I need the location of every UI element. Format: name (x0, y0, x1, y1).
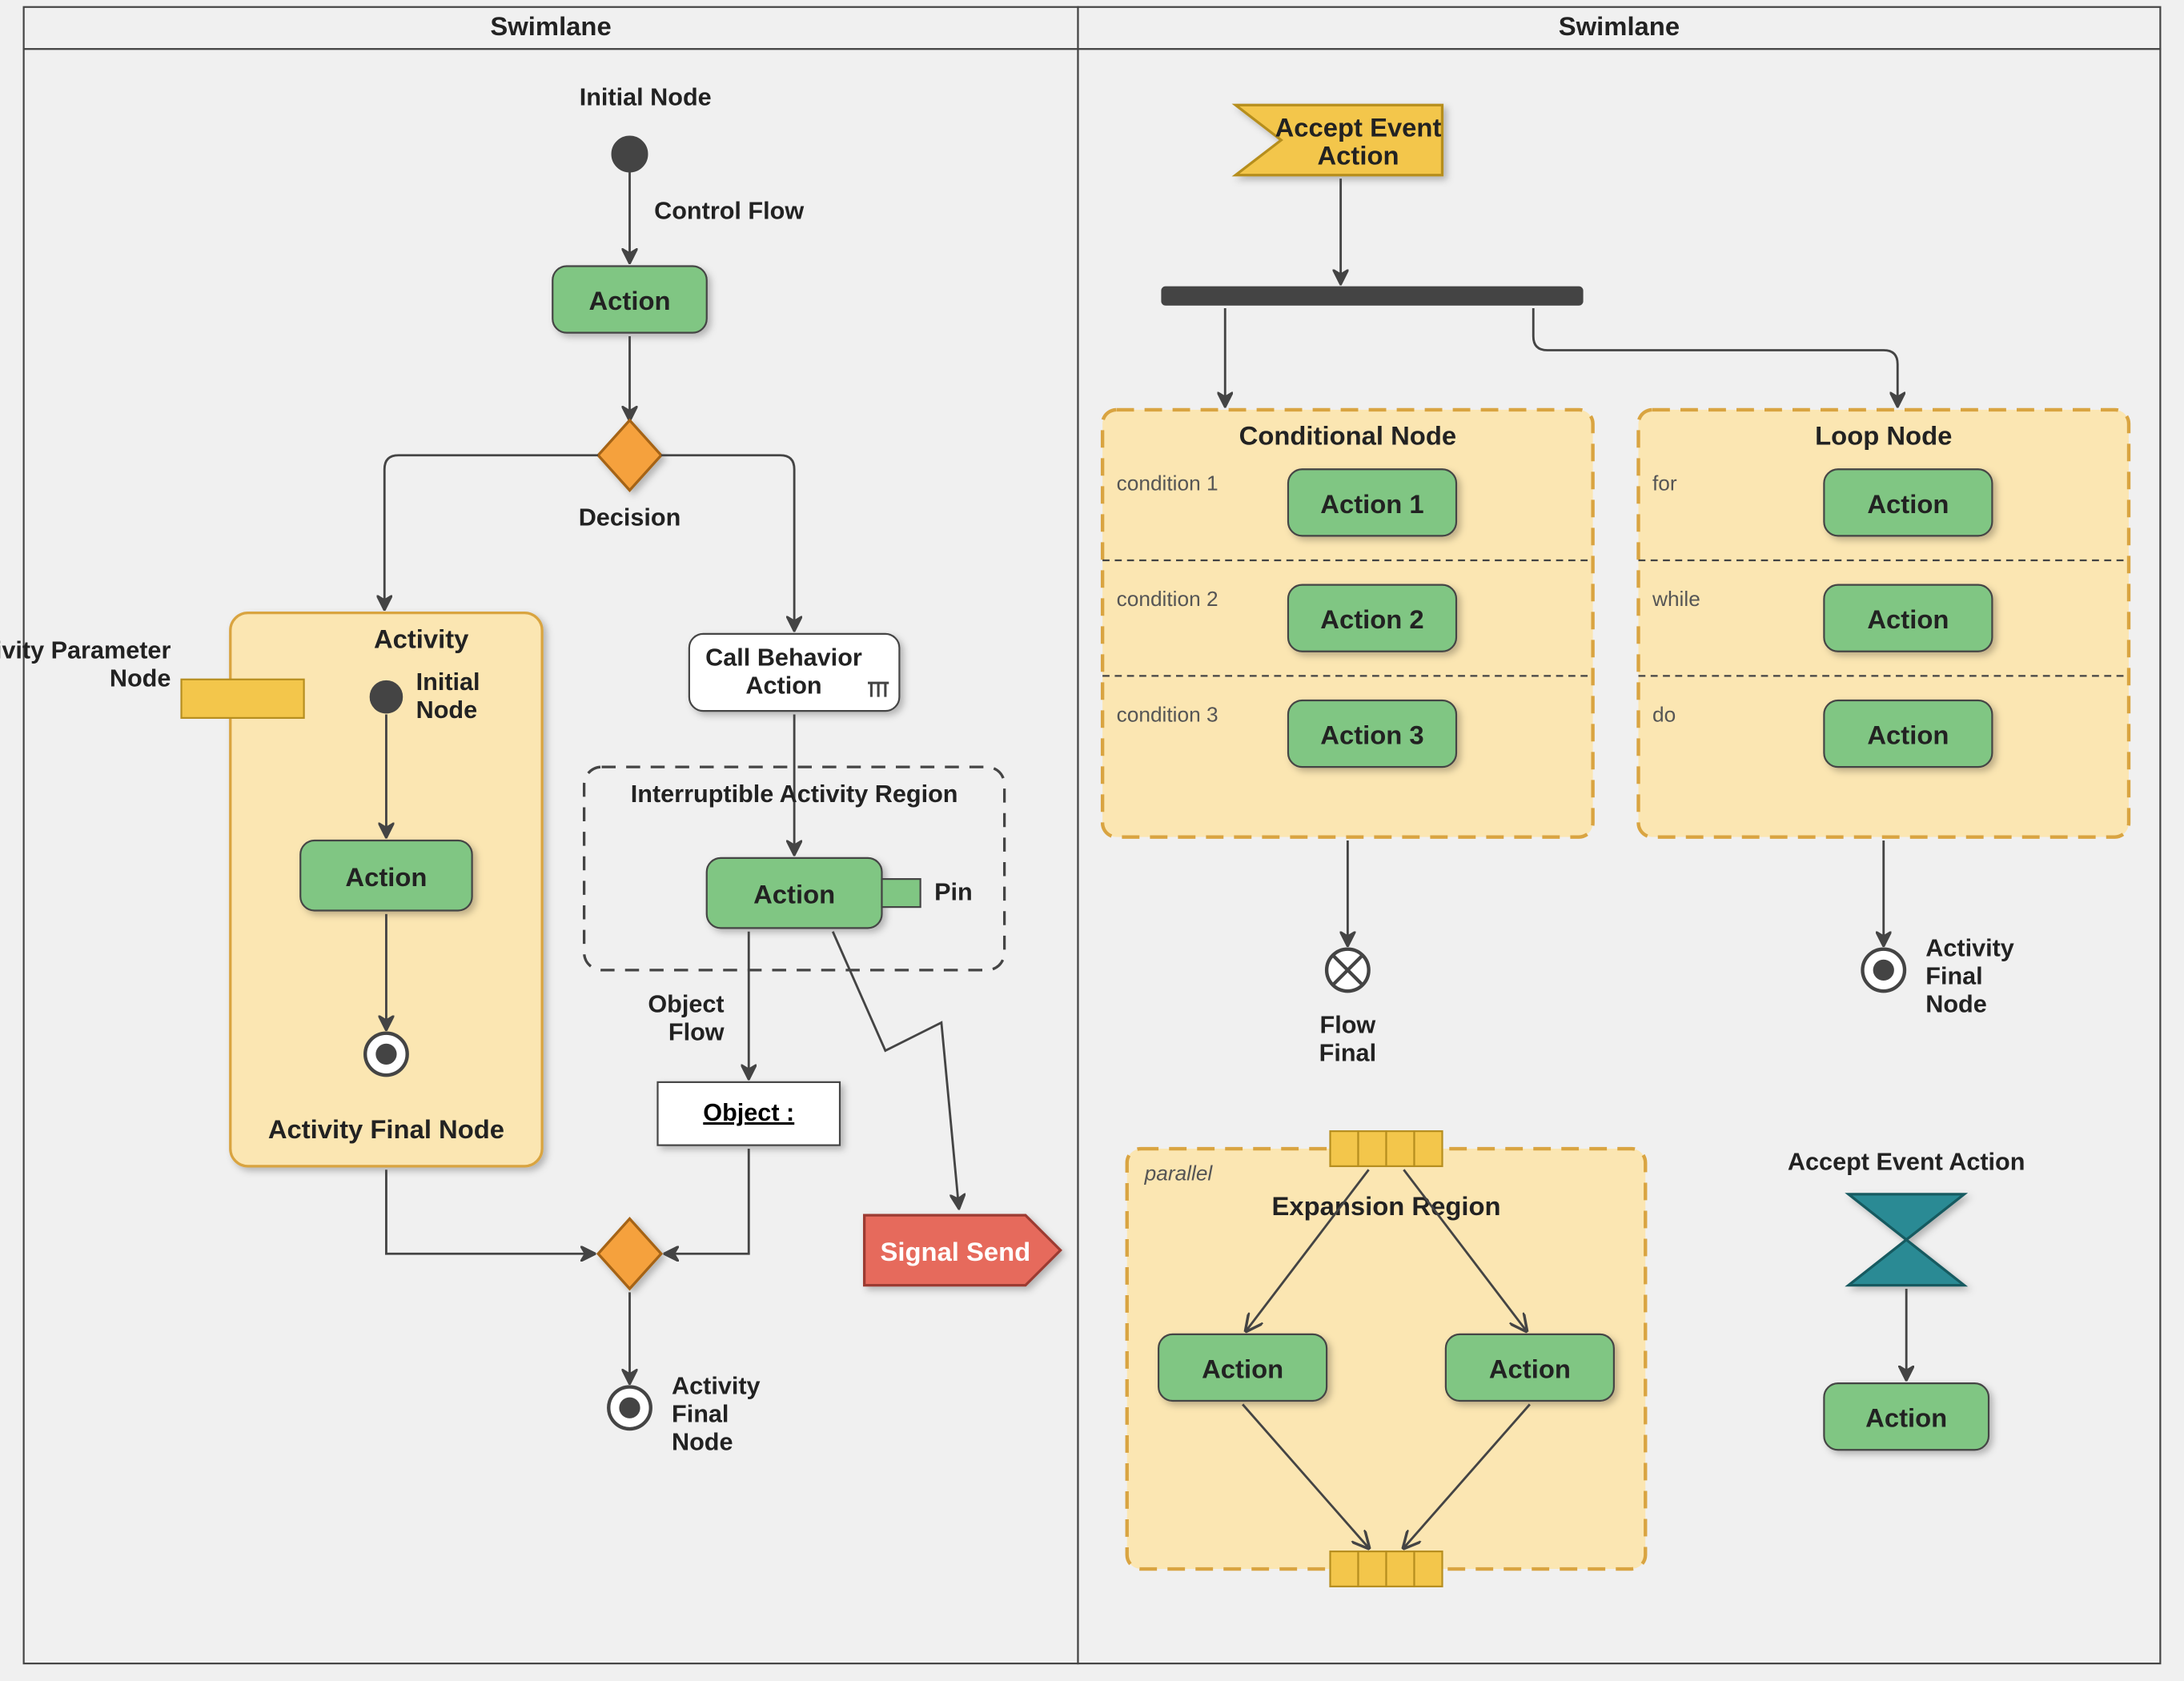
final-bottom-label-1: Activity (672, 1372, 761, 1399)
expansion-action-1-label: Action (1202, 1354, 1283, 1383)
loop-k1: for (1652, 471, 1677, 495)
expansion-node-top[interactable] (1331, 1131, 1443, 1166)
activity-final-bottom (608, 1387, 651, 1430)
swimlane-right-title: Swimlane (1559, 11, 1680, 41)
interruptible-region-label: Interruptible Activity Region (631, 780, 958, 808)
action-node-1[interactable]: Action (552, 267, 707, 333)
pin-label: Pin (934, 878, 973, 905)
accept-event-top-label-1: Accept Event (1275, 113, 1442, 142)
cond-action-2-label: Action 2 (1320, 604, 1423, 634)
final-bottom-label-2: Final (672, 1400, 729, 1427)
object-flow-label-2: Flow (668, 1018, 725, 1045)
activity-inner-action-label: Action (345, 862, 427, 892)
expansion-node-bottom[interactable] (1331, 1551, 1443, 1587)
signal-send-node[interactable]: Signal Send (865, 1215, 1061, 1286)
cond1-label: condition 1 (1117, 471, 1218, 495)
signal-send-label: Signal Send (881, 1237, 1031, 1266)
conditional-title: Conditional Node (1239, 421, 1456, 451)
call-behavior-label-1: Call Behavior (705, 644, 862, 671)
loop-node[interactable]: Loop Node for Action while Action do Act… (1639, 410, 2130, 837)
activity-inner-initial-label-2: Node (416, 696, 478, 724)
call-behavior-label-2: Action (745, 672, 821, 699)
expansion-kind: parallel (1144, 1161, 1214, 1185)
loop-k2: while (1652, 587, 1700, 611)
expansion-action-2-label: Action (1489, 1354, 1571, 1383)
expansion-region[interactable]: parallel Expansion Region Action Action (1127, 1131, 1646, 1587)
expansion-title: Expansion Region (1271, 1191, 1500, 1221)
activity-inner-initial (371, 681, 402, 712)
activity-inner-final-label: Activity Final Node (268, 1114, 504, 1144)
ir-action-label: Action (753, 880, 835, 909)
cond2-label: condition 2 (1117, 587, 1218, 611)
loop-k3: do (1652, 702, 1676, 726)
activity-final-right-l3: Node (1925, 990, 1987, 1017)
swimlane-left-title: Swimlane (490, 11, 611, 41)
activity-final-right-l1: Activity (1925, 934, 2014, 961)
activity-parameter-label-line1: Activity Parameter (0, 637, 171, 664)
control-flow-label: Control Flow (654, 197, 804, 224)
activity-inner-initial-label-1: Initial (416, 668, 480, 696)
cond-action-3-label: Action 3 (1320, 720, 1423, 750)
cond3-label: condition 3 (1117, 702, 1218, 726)
accept-event-top-label-2: Action (1317, 141, 1399, 171)
loop-action-2-label: Action (1867, 604, 1949, 634)
object-flow-label-1: Object (648, 990, 724, 1017)
activity-final-right-l2: Final (1925, 962, 1982, 989)
activity-parameter-label-line2: Node (110, 665, 171, 692)
decision-label: Decision (579, 503, 681, 531)
swimlane-left: Swimlane (24, 7, 1078, 1663)
final-bottom-label-3: Node (672, 1428, 733, 1455)
initial-node-label: Initial Node (580, 83, 712, 110)
cond-action-1-label: Action 1 (1320, 489, 1423, 519)
flow-final-node (1327, 949, 1369, 992)
call-behavior-action[interactable]: Call Behavior Action (689, 634, 900, 711)
fork-bar[interactable] (1162, 287, 1583, 305)
activity-parameter-node[interactable] (182, 680, 304, 718)
loop-action-3-label: Action (1867, 720, 1949, 750)
rake-icon (868, 683, 889, 697)
bottom-action-label: Action (1865, 1403, 1947, 1433)
pin-node[interactable] (882, 879, 921, 907)
flow-final-label-2: Final (1319, 1040, 1376, 1067)
activity-final-right (1863, 949, 1905, 992)
loop-title: Loop Node (1815, 421, 1952, 451)
flow-final-label-1: Flow (1320, 1012, 1376, 1039)
loop-action-1-label: Action (1867, 489, 1949, 519)
action-node-1-label: Action (588, 286, 670, 315)
object-node[interactable]: Object : (658, 1082, 841, 1145)
activity-inner-final (365, 1033, 407, 1076)
object-node-label: Object : (703, 1099, 794, 1126)
conditional-node[interactable]: Conditional Node condition 1 Action 1 co… (1102, 410, 1593, 837)
activity-title: Activity (374, 624, 469, 653)
accept-time-event-label: Accept Event Action (1788, 1148, 2025, 1175)
